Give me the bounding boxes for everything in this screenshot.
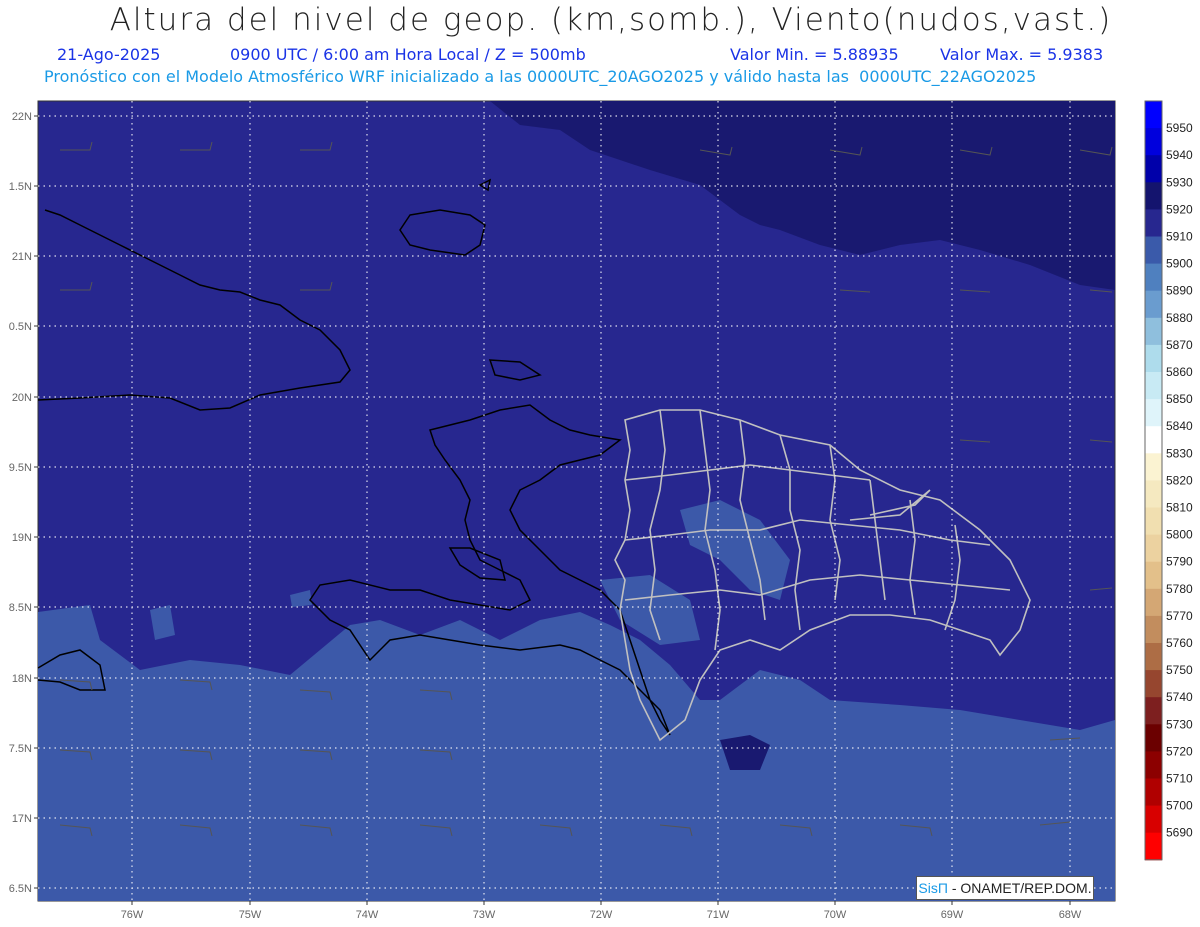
colorbar-swatch (1145, 507, 1162, 536)
lat-label: 7.5N (9, 743, 32, 755)
colorbar: 5950 5940 5930 5920 5910 5900 5890 5880 5870 5860… (1144, 100, 1193, 861)
lon-labels: 76W 75W 74W 73W 72W 71W 70W 69W 68W (121, 909, 1082, 921)
colorbar-level-label: 5840 (1166, 419, 1193, 433)
colorbar-swatch (1145, 399, 1162, 427)
colorbar-level-label: 5910 (1166, 230, 1193, 244)
lat-label: 0.5N (9, 321, 32, 333)
colorbar-level-label: 5850 (1166, 392, 1193, 406)
colorbar-level-label: 5790 (1166, 555, 1193, 569)
colorbar-level-label: 5930 (1166, 175, 1193, 189)
colorbar-level-label: 5940 (1166, 148, 1193, 162)
colorbar-level-label: 5810 (1166, 501, 1193, 515)
lat-label: 19N (12, 532, 32, 544)
colorbar-level-label: 5950 (1166, 121, 1193, 135)
colorbar-level-label: 5860 (1166, 365, 1193, 379)
colorbar-level-label: 5720 (1166, 744, 1193, 758)
lon-label: 71W (707, 909, 730, 921)
lat-label: 1.5N (9, 181, 32, 193)
credit-box: SisΠ - ONAMET/REP.DOM. (916, 876, 1094, 900)
colorbar-swatch (1145, 480, 1162, 508)
colorbar-level-label: 5800 (1166, 528, 1193, 542)
colorbar-level-label: 5710 (1166, 772, 1193, 786)
colorbar-swatch (1145, 426, 1162, 454)
colorbar-swatch (1145, 290, 1162, 319)
credit-text: - ONAMET/REP.DOM. (947, 880, 1092, 896)
colorbar-level-label: 5740 (1166, 690, 1193, 704)
lat-label: 20N (12, 392, 32, 404)
colorbar-swatch (1145, 453, 1162, 481)
lat-label: 9.5N (9, 462, 32, 474)
lat-labels: 22N 1.5N 21N 0.5N 20N 9.5N 19N 8.5N 18N … (9, 111, 32, 895)
colorbar-level-label: 5730 (1166, 717, 1193, 731)
lon-label: 70W (824, 909, 847, 921)
colorbar-swatch (1145, 805, 1162, 834)
colorbar-swatch (1145, 751, 1162, 779)
colorbar-level-label: 5900 (1166, 257, 1193, 271)
colorbar-swatch (1145, 561, 1162, 590)
colorbar-swatch (1145, 128, 1162, 156)
credit-brand: SisΠ (918, 880, 948, 896)
colorbar-swatch (1145, 317, 1162, 346)
colorbar-level-label: 5880 (1166, 311, 1193, 325)
lon-label: 73W (473, 909, 496, 921)
colorbar-swatch (1145, 101, 1162, 129)
lat-label: 22N (12, 111, 32, 123)
colorbar-level-label: 5750 (1166, 663, 1193, 677)
colorbar-swatch (1145, 155, 1162, 183)
colorbar-level-label: 5760 (1166, 636, 1193, 650)
lon-label: 74W (356, 909, 379, 921)
lat-label: 18N (12, 673, 32, 685)
colorbar-level-label: 5770 (1166, 609, 1193, 623)
colorbar-level-label: 5700 (1166, 799, 1193, 813)
lon-label: 75W (239, 909, 262, 921)
colorbar-swatch (1145, 615, 1162, 644)
lat-label: 21N (12, 251, 32, 263)
colorbar-swatch (1145, 209, 1162, 237)
colorbar-swatch (1145, 697, 1162, 725)
lat-label: 8.5N (9, 602, 32, 614)
lat-label: 17N (12, 813, 32, 825)
lon-label: 68W (1059, 909, 1082, 921)
colorbar-swatch (1145, 670, 1162, 698)
map-figure: 22N 1.5N 21N 0.5N 20N 9.5N 19N 8.5N 18N … (9, 100, 1193, 921)
colorbar-swatch (1145, 182, 1162, 210)
colorbar-swatch (1145, 372, 1162, 400)
colorbar-swatch (1145, 344, 1162, 373)
colorbar-swatch (1145, 778, 1162, 807)
colorbar-level-label: 5830 (1166, 446, 1193, 460)
colorbar-level-label: 5890 (1166, 284, 1193, 298)
colorbar-swatch (1145, 643, 1162, 671)
lat-label: 6.5N (9, 883, 32, 895)
colorbar-swatch (1145, 724, 1162, 752)
colorbar-level-label: 5870 (1166, 338, 1193, 352)
colorbar-swatch (1145, 263, 1162, 292)
lon-label: 72W (590, 909, 613, 921)
colorbar-level-label: 5780 (1166, 582, 1193, 596)
colorbar-swatch (1145, 588, 1162, 617)
colorbar-level-label: 5820 (1166, 473, 1193, 487)
colorbar-swatch (1145, 832, 1162, 861)
colorbar-swatch (1145, 236, 1162, 265)
lon-label: 76W (121, 909, 144, 921)
lon-label: 69W (941, 909, 964, 921)
colorbar-level-label: 5690 (1166, 826, 1193, 840)
colorbar-level-label: 5920 (1166, 202, 1193, 216)
colorbar-swatch (1145, 534, 1162, 563)
